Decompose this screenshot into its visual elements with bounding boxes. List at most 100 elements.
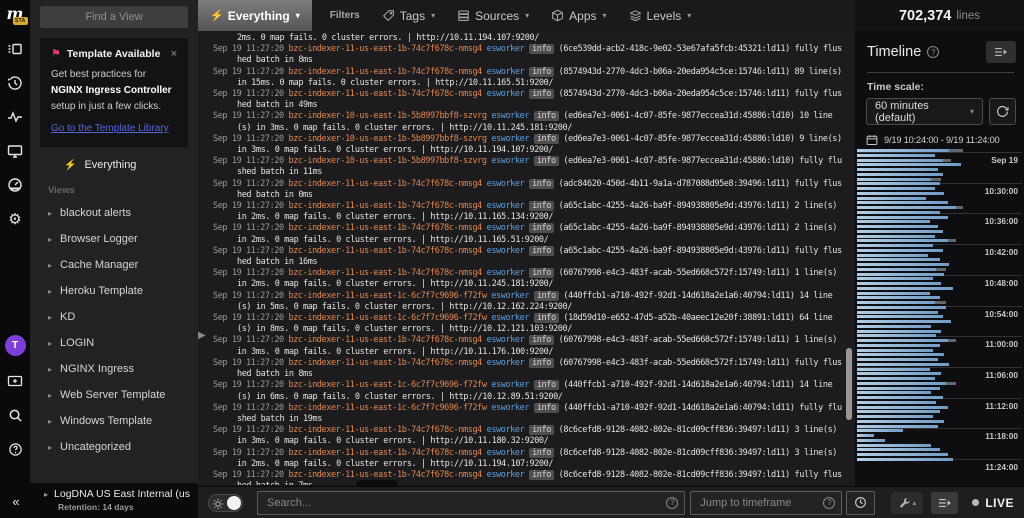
log-host[interactable]: bzc-indexer-10-us-east-1b-5b8997bbf8-szv… [288,134,487,144]
histogram-bar[interactable] [857,263,950,266]
histogram-bar-secondary[interactable] [949,149,963,152]
graphs-icon[interactable] [0,100,30,134]
sidebar-expander-arrow[interactable]: ▶ [198,330,206,341]
log-host[interactable]: bzc-indexer-11-us-east-1b-74c7f678c-nmsg… [288,223,482,233]
whats-new-icon[interactable] [0,364,30,398]
histogram-bar[interactable] [857,386,940,390]
log-level-badge[interactable]: info [529,178,554,189]
log-level-badge[interactable]: info [533,290,559,301]
view-item[interactable]: ▸ LOGIN [30,330,198,356]
log-level-badge[interactable]: info [529,245,554,256]
log-level-badge[interactable]: info [529,44,554,55]
log-level-badge[interactable]: info [529,66,554,77]
time-scale-select[interactable]: 60 minutes (default) ▾ [866,98,983,125]
sidebar-item-everything[interactable]: ⚡ Everything [30,147,198,175]
log-app[interactable]: esworker [491,380,529,390]
log-level-badge[interactable]: info [529,469,554,480]
refresh-button[interactable] [989,98,1016,125]
log-app[interactable]: esworker [487,448,525,458]
view-item[interactable]: ▸ Heroku Template [30,278,198,304]
log-app[interactable]: esworker [491,111,529,121]
log-line[interactable]: Sep 19 11:27:20 bzc-indexer-11-us-east-1… [213,89,843,111]
timeframe-clock-button[interactable] [846,490,876,515]
histogram-bar[interactable] [857,177,932,181]
histogram-bar[interactable] [857,196,927,200]
log-app[interactable]: esworker [487,335,525,345]
log-host[interactable]: bzc-indexer-11-us-east-1c-6c7f7c9696-f72… [288,313,487,323]
usage-gauge-icon[interactable] [0,168,30,202]
user-avatar[interactable]: T [4,335,26,356]
log-line[interactable]: Sep 19 11:27:20 bzc-indexer-11-us-east-1… [213,313,843,335]
histogram-bar-secondary[interactable] [942,158,952,162]
screens-icon[interactable] [0,134,30,168]
histogram-bar[interactable] [857,210,940,214]
log-level-badge[interactable]: info [529,425,554,436]
log-host[interactable]: bzc-indexer-11-us-east-1b-74c7f678c-nmsg… [288,470,482,480]
histogram-bar[interactable] [857,215,948,219]
histogram-bar[interactable] [857,339,948,342]
log-line[interactable]: Sep 19 11:27:20 bzc-indexer-11-us-east-1… [213,178,843,201]
log-line[interactable]: Sep 19 11:27:20 bzc-indexer-11-us-east-1… [213,66,843,89]
histogram-bar[interactable] [857,244,933,247]
histogram-bar[interactable] [857,305,947,309]
log-line[interactable]: Sep 19 11:27:20 bzc-indexer-11-us-east-1… [213,290,843,313]
histogram-bar[interactable] [857,206,956,209]
log-app[interactable]: esworker [487,44,525,54]
histogram-bar[interactable] [857,296,940,300]
histogram-bar[interactable] [857,187,935,190]
log-level-badge[interactable]: info [529,201,554,212]
histogram-bar-secondary[interactable] [946,381,956,385]
histogram-bar-secondary[interactable] [947,339,956,342]
log-line[interactable]: Sep 19 11:27:20 bzc-indexer-10-us-east-1… [213,111,843,133]
histogram-bar-secondary[interactable] [956,206,963,209]
search-icon[interactable] [0,398,30,432]
log-level-badge[interactable]: info [529,223,554,234]
histogram-bar[interactable] [857,405,948,409]
histogram-bar[interactable] [857,353,945,357]
log-line[interactable]: Sep 19 11:27:20 bzc-indexer-11-us-east-1… [213,44,843,66]
histogram-bar[interactable] [857,419,945,423]
histogram-bar[interactable] [857,220,930,224]
views-icon[interactable] [0,32,30,66]
log-app[interactable]: esworker [487,179,525,189]
log-host[interactable]: bzc-indexer-11-us-east-1b-74c7f678c-nmsg… [288,44,482,54]
search-input[interactable] [257,490,686,515]
histogram-bar[interactable] [857,391,932,395]
histogram-bar[interactable] [857,234,935,238]
log-host[interactable]: bzc-indexer-11-us-east-1b-74c7f678c-nmsg… [288,246,482,256]
log-line[interactable]: Sep 19 11:27:20 bzc-indexer-10-us-east-1… [213,133,843,156]
view-item[interactable]: ▸ Cache Manager [30,252,198,278]
log-level-badge[interactable]: info [529,335,554,346]
view-item[interactable]: ▸ KD [30,304,198,330]
log-app[interactable]: esworker [491,403,529,413]
histogram-bar[interactable] [857,229,943,233]
histogram-bar[interactable] [857,348,933,352]
log-app[interactable]: esworker [487,201,525,211]
histogram-bar[interactable] [857,163,961,167]
log-host[interactable]: bzc-indexer-11-us-east-1b-74c7f678c-nmsg… [288,335,482,345]
history-icon[interactable] [0,66,30,100]
log-app[interactable]: esworker [491,291,529,301]
log-host[interactable]: bzc-indexer-11-us-east-1b-74c7f678c-nmsg… [288,89,482,99]
histogram-bar[interactable] [857,272,945,276]
log-level-badge[interactable]: info [533,313,559,324]
close-icon[interactable]: × [171,48,177,60]
log-host[interactable]: bzc-indexer-10-us-east-1b-5b8997bbf8-szv… [288,156,487,166]
histogram-bar[interactable] [857,282,942,285]
everything-tab[interactable]: ⚡ Everything ▾ [198,0,312,31]
log-line[interactable]: Sep 19 11:27:20 bzc-indexer-11-us-east-1… [213,335,843,357]
log-app[interactable]: esworker [487,268,525,278]
log-host[interactable]: bzc-indexer-11-us-east-1b-74c7f678c-nmsg… [288,448,482,458]
log-app[interactable]: esworker [487,89,525,99]
log-line[interactable]: Sep 19 11:27:20 bzc-indexer-11-us-east-1… [213,201,843,223]
mezmo-logo[interactable]: m STA [2,4,28,32]
histogram-bar[interactable] [857,239,948,243]
log-level-badge[interactable]: info [533,380,559,391]
tools-dropdown-button[interactable]: ▴ [891,491,924,514]
log-host[interactable]: bzc-indexer-11-us-east-1b-74c7f678c-nmsg… [288,268,482,278]
log-app[interactable]: esworker [491,313,529,323]
view-options-button[interactable] [931,491,959,514]
histogram-bar[interactable] [857,182,940,186]
log-line[interactable]: Sep 19 11:27:20 bzc-indexer-11-us-east-1… [213,402,843,425]
jump-to-timeframe-input[interactable] [690,490,843,515]
